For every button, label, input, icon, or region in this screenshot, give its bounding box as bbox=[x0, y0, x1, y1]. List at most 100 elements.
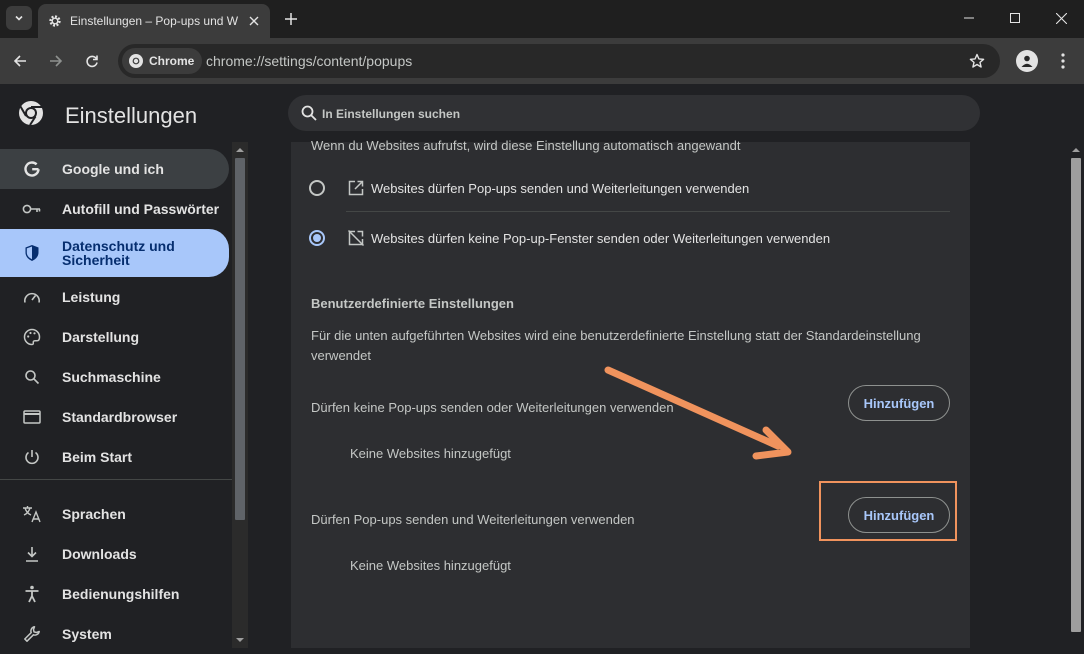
person-icon bbox=[1021, 55, 1033, 67]
plus-icon bbox=[285, 13, 297, 25]
power-icon bbox=[22, 447, 42, 467]
key-icon bbox=[22, 199, 42, 219]
option-label: Websites dürfen Pop-ups senden und Weite… bbox=[371, 180, 750, 196]
sidebar-item-downloads[interactable]: Downloads bbox=[0, 534, 229, 574]
sidebar-item-default-browser[interactable]: Standardbrowser bbox=[0, 397, 229, 437]
tab-close-button[interactable] bbox=[246, 13, 262, 29]
tab-title: Einstellungen – Pop-ups und Weiterleitun… bbox=[70, 14, 238, 28]
address-bar[interactable]: Chrome chrome://settings/content/popups bbox=[118, 44, 1000, 78]
minimize-icon bbox=[964, 17, 974, 19]
allow-list-empty: Keine Websites hinzugefügt bbox=[350, 558, 511, 573]
wrench-icon bbox=[22, 624, 42, 644]
close-icon bbox=[249, 16, 259, 26]
arrow-right-icon bbox=[50, 55, 63, 67]
settings-search-input[interactable]: In Einstellungen suchen bbox=[288, 95, 980, 131]
search-icon bbox=[301, 105, 317, 121]
download-icon bbox=[22, 544, 42, 564]
shield-icon bbox=[22, 243, 42, 263]
option-divider bbox=[346, 211, 950, 212]
sidebar-item-label: Beim Start bbox=[62, 449, 133, 465]
browser-menu-button[interactable] bbox=[1054, 50, 1072, 72]
sidebar-item-label: Autofill und Passwörter bbox=[62, 201, 220, 217]
scroll-down-arrow-icon bbox=[236, 638, 244, 642]
chrome-logo-icon bbox=[129, 54, 143, 68]
google-icon bbox=[22, 159, 42, 179]
close-icon bbox=[1055, 12, 1067, 24]
scroll-up-arrow-icon bbox=[1072, 148, 1080, 152]
sidebar-item-languages[interactable]: Sprachen bbox=[0, 494, 229, 534]
page-scrollbar-thumb[interactable] bbox=[1071, 158, 1081, 632]
translate-icon bbox=[22, 504, 42, 524]
tab-strip: Einstellungen – Pop-ups und Weiterleitun… bbox=[0, 0, 1084, 38]
sidebar-item-label: Datenschutz und Sicherheit bbox=[62, 238, 175, 268]
page-title: Einstellungen bbox=[65, 103, 198, 128]
new-tab-button[interactable] bbox=[280, 8, 302, 30]
default-behavior-description: Wenn du Websites aufrufst, wird diese Ei… bbox=[311, 138, 741, 153]
custom-settings-description: Für die unten aufgeführten Websites wird… bbox=[311, 328, 921, 363]
radio-button-checked[interactable] bbox=[309, 230, 325, 246]
star-icon bbox=[969, 53, 985, 68]
sidebar-item-search-engine[interactable]: Suchmaschine bbox=[0, 357, 229, 397]
sidebar-item-label: Leistung bbox=[62, 289, 121, 305]
browser-window-icon bbox=[22, 407, 42, 427]
annotation-highlight-box bbox=[819, 481, 957, 541]
popup-blocked-icon bbox=[347, 229, 365, 247]
sidebar-item-label: Sprachen bbox=[62, 506, 126, 522]
back-button[interactable] bbox=[9, 50, 31, 72]
chevron-down-icon bbox=[15, 15, 23, 21]
url-text: chrome://settings/content/popups bbox=[206, 53, 413, 69]
radio-button[interactable] bbox=[309, 180, 325, 196]
chip-label: Chrome bbox=[149, 54, 195, 68]
sidebar-item-privacy[interactable]: Datenschutz und Sicherheit bbox=[0, 229, 229, 277]
sidebar-item-autofill[interactable]: Autofill und Passwörter bbox=[0, 189, 229, 229]
site-info-chip[interactable]: Chrome bbox=[122, 48, 203, 74]
arrow-left-icon bbox=[13, 55, 26, 67]
minimize-button[interactable] bbox=[946, 0, 992, 36]
chrome-logo-icon bbox=[19, 101, 43, 126]
add-blocked-site-button[interactable]: Hinzufügen bbox=[848, 385, 950, 421]
forward-button[interactable] bbox=[45, 50, 67, 72]
open-in-new-icon bbox=[348, 180, 364, 196]
sidebar-item-accessibility[interactable]: Bedienungshilfen bbox=[0, 574, 229, 614]
reload-button[interactable] bbox=[81, 50, 103, 72]
sidebar-item-label: System bbox=[62, 626, 112, 642]
allow-list-label: Dürfen Pop-ups senden und Weiterleitunge… bbox=[311, 512, 635, 527]
bookmark-button[interactable] bbox=[968, 52, 986, 70]
sidebar-item-label: Standardbrowser bbox=[62, 409, 178, 425]
browser-window: Einstellungen – Pop-ups und Weiterleitun… bbox=[0, 0, 1084, 648]
sidebar-item-label: Suchmaschine bbox=[62, 369, 161, 385]
sidebar-item-system[interactable]: System bbox=[0, 614, 229, 654]
sidebar-item-performance[interactable]: Leistung bbox=[0, 277, 229, 317]
sidebar-divider bbox=[0, 479, 232, 480]
option-label: Websites dürfen keine Pop-up-Fenster sen… bbox=[371, 230, 831, 246]
sidebar-scrollbar-thumb[interactable] bbox=[235, 158, 245, 520]
scroll-up-arrow-icon bbox=[236, 148, 244, 152]
maximize-icon bbox=[1010, 13, 1020, 23]
settings-sidebar: Google und ich Autofill und Passwörter D… bbox=[0, 142, 232, 648]
maximize-button[interactable] bbox=[992, 0, 1038, 36]
profile-button[interactable] bbox=[1016, 50, 1038, 72]
more-vert-icon bbox=[1061, 53, 1065, 69]
search-placeholder: In Einstellungen suchen bbox=[322, 107, 461, 121]
sidebar-item-google[interactable]: Google und ich bbox=[0, 149, 229, 189]
annotation-arrow-icon bbox=[604, 366, 792, 460]
sidebar-item-label: Bedienungshilfen bbox=[62, 586, 180, 602]
close-window-button[interactable] bbox=[1038, 0, 1084, 36]
reload-icon bbox=[86, 55, 98, 68]
search-icon bbox=[22, 367, 42, 387]
custom-settings-heading: Benutzerdefinierte Einstellungen bbox=[311, 296, 514, 311]
sidebar-item-label: Darstellung bbox=[62, 329, 140, 345]
tab-search-button[interactable] bbox=[6, 6, 32, 30]
sidebar-item-appearance[interactable]: Darstellung bbox=[0, 317, 229, 357]
settings-header: Einstellungen In Einstellungen suchen bbox=[0, 84, 1084, 142]
sidebar-item-on-startup[interactable]: Beim Start bbox=[0, 437, 229, 477]
accessibility-icon bbox=[22, 584, 42, 604]
active-tab[interactable]: Einstellungen – Pop-ups und Weiterleitun… bbox=[38, 4, 270, 38]
gear-icon bbox=[49, 15, 61, 27]
sidebar-item-label: Google und ich bbox=[62, 161, 164, 177]
radio-block-popups[interactable]: Websites dürfen keine Pop-up-Fenster sen… bbox=[309, 214, 949, 262]
sidebar-item-label: Downloads bbox=[62, 546, 137, 562]
radio-allow-popups[interactable]: Websites dürfen Pop-ups senden und Weite… bbox=[309, 164, 949, 212]
block-list-empty: Keine Websites hinzugefügt bbox=[350, 446, 511, 461]
palette-icon bbox=[22, 327, 42, 347]
